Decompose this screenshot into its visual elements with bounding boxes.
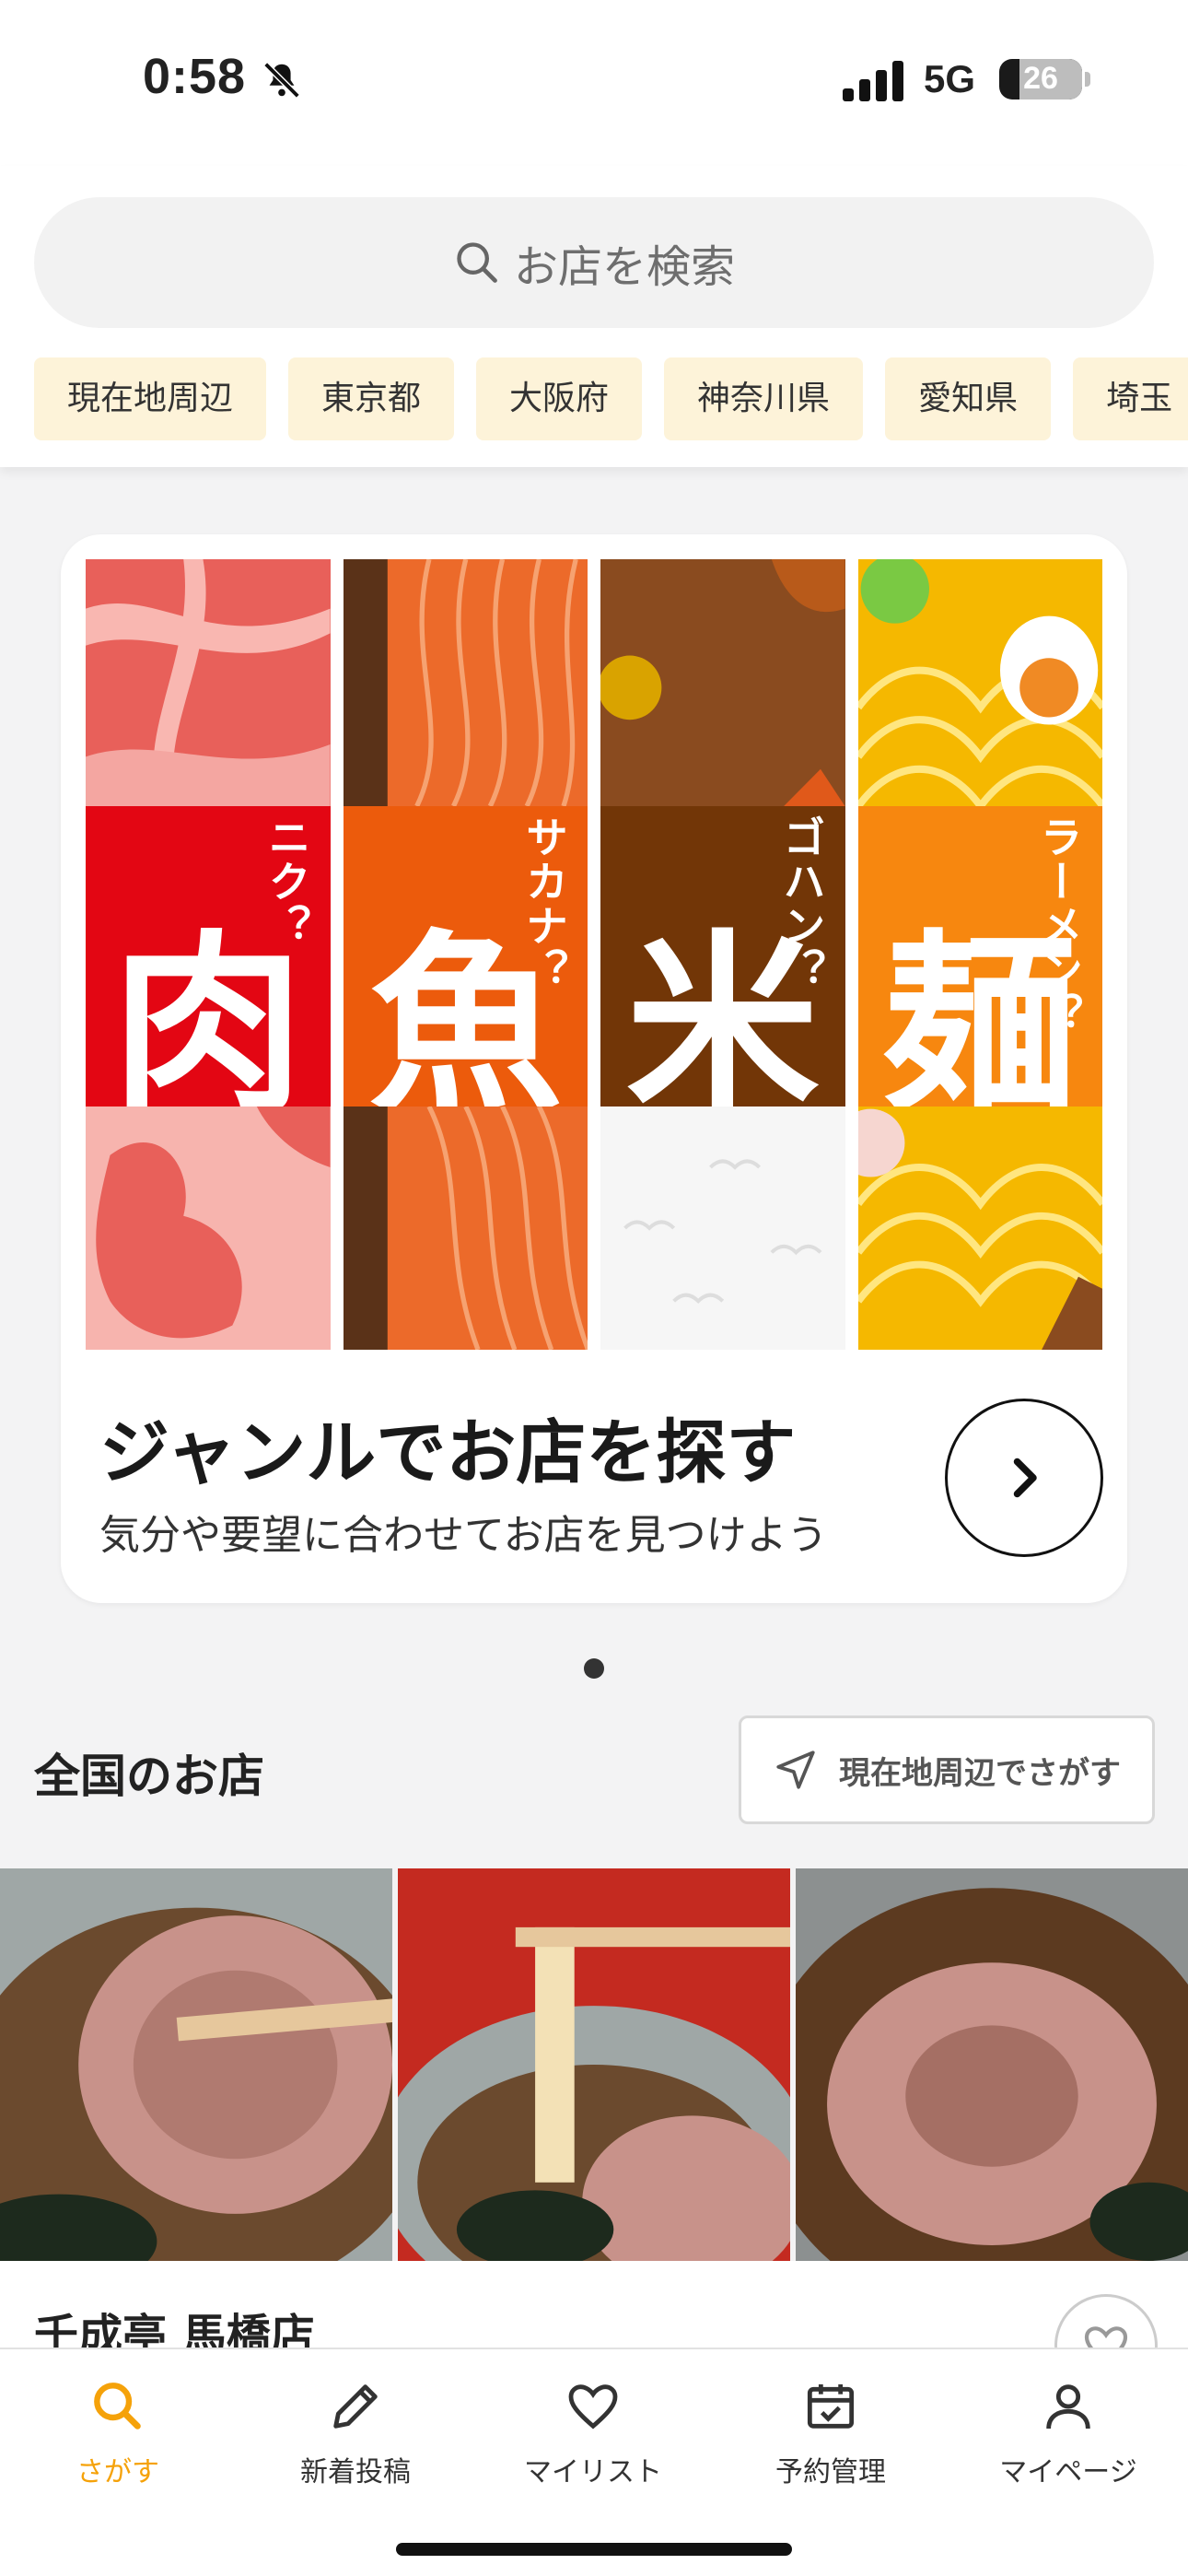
card-title: ジャンルでお店を探す [99,1411,797,1493]
tab-label: 新着投稿 [300,2456,411,2488]
search-input[interactable]: お店を検索 [34,197,1154,328]
location-arrow-icon [776,1751,815,1789]
ramen-art-bottom [857,1107,1102,1350]
chip-current-location[interactable]: 現在地周辺 [34,357,267,440]
person-icon [1046,2384,1090,2430]
tab-label: マイリスト [524,2456,662,2488]
shop-photos[interactable] [0,1868,1188,2261]
ramen-art-top [857,559,1102,806]
header: お店を検索 現在地周辺 東京都 大阪府 神奈川県 愛知県 埼玉 [0,166,1188,467]
chip-osaka[interactable]: 大阪府 [476,357,643,440]
genre-fish[interactable]: サカナ？ 魚 [343,806,588,1107]
tab-label: マイページ [999,2456,1137,2488]
fish-art-top [343,559,588,806]
chevron-right-icon [1013,1458,1037,1498]
search-icon [94,2383,141,2430]
area-chips: 現在地周辺 東京都 大阪府 神奈川県 愛知県 埼玉 [34,357,1188,440]
tab-my-page[interactable]: マイページ [967,2377,1170,2489]
shop-photo [0,1868,392,2261]
shop-photo [796,1868,1188,2261]
section-title: 全国のお店 [34,1750,264,1803]
fish-art-bottom [343,1107,588,1350]
genre-search-card[interactable]: ニク？ 肉 サカナ？ 魚 ゴハン？ 米 ラーメン？ 麺 ジャンルでお店を探す 気… [61,534,1127,1603]
search-icon [457,242,497,283]
search-nearby-label: 現在地周辺でさがす [839,1754,1121,1792]
home-indicator [396,2543,792,2556]
genre-ramen[interactable]: ラーメン？ 麺 [857,806,1102,1107]
genre-kanji: 魚 [368,913,563,1107]
search-nearby-button[interactable]: 現在地周辺でさがす [739,1715,1155,1824]
signal-icon [843,61,903,101]
calendar-check-icon [807,2384,855,2429]
status-time: 0:58 [143,49,247,104]
tab-label: さがす [76,2456,159,2488]
chip-aichi[interactable]: 愛知県 [885,357,1052,440]
pencil-icon [333,2384,378,2429]
tab-label: 予約管理 [775,2456,886,2488]
status-bar: 0:58 5G 26 [0,0,1188,166]
genre-kanji: 麺 [883,913,1077,1107]
shop-photo [398,1868,790,2261]
rice-art-top [600,559,845,806]
search-placeholder: お店を検索 [513,241,735,293]
genre-kanji: 米 [625,913,820,1107]
heart-icon [568,2384,618,2430]
tab-search[interactable]: さがす [17,2377,219,2489]
chip-kanagawa[interactable]: 神奈川県 [664,357,864,440]
card-subtitle: 気分や要望に合わせてお店を見つけよう [99,1512,828,1559]
genre-rice[interactable]: ゴハン？ 米 [600,806,845,1107]
bell-muted-icon [263,62,300,99]
tab-new-posts[interactable]: 新着投稿 [254,2377,457,2489]
carousel-page-indicator [584,1658,604,1679]
genre-kanji: 肉 [111,913,305,1107]
genre-grid: ニク？ 肉 サカナ？ 魚 ゴハン？ 米 ラーメン？ 麺 [86,559,1102,1350]
tab-reservations[interactable]: 予約管理 [729,2377,932,2489]
chip-tokyo[interactable]: 東京都 [288,357,455,440]
rice-art-bottom [600,1107,845,1350]
network-type: 5G [924,57,976,100]
meat-art-bottom [86,1107,331,1350]
tab-my-list[interactable]: マイリスト [492,2377,694,2489]
battery-icon: 26 [999,59,1082,100]
genre-meat[interactable]: ニク？ 肉 [86,806,331,1107]
meat-art-top [86,559,331,806]
card-arrow-button[interactable] [945,1399,1103,1557]
tab-bar: さがす 新着投稿 マイリスト 予約管理 マイページ [0,2348,1188,2576]
chip-saitama[interactable]: 埼玉 [1073,357,1188,440]
battery-level: 26 [1023,61,1058,96]
